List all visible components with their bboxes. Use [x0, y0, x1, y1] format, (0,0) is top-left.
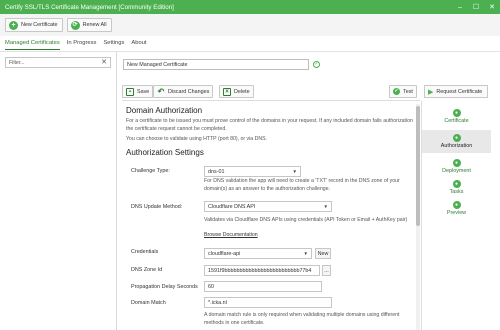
- maximize-button[interactable]: ☐: [468, 0, 484, 14]
- clear-filter-icon[interactable]: ✕: [101, 58, 107, 68]
- nav-preview-label: Preview: [446, 210, 467, 216]
- refresh-icon: ⟳: [70, 20, 80, 30]
- delete-button[interactable]: × Delete: [219, 85, 254, 98]
- credentials-select[interactable]: cloudflare-api ▼: [204, 248, 312, 259]
- challenge-help-text: For DNS validation the app will need to …: [204, 178, 400, 192]
- save-label: Save: [137, 88, 150, 95]
- new-certificate-button[interactable]: + New Certificate: [5, 18, 63, 32]
- domain-authorization-description: For a certificate to be issued you must …: [126, 118, 413, 132]
- filter-input[interactable]: Filter... ✕: [5, 57, 111, 68]
- dns-update-method-select[interactable]: Cloudflare DNS API ▼: [204, 201, 332, 212]
- delete-label: Delete: [234, 88, 250, 95]
- new-certificate-label: New Certificate: [21, 22, 58, 28]
- nav-tasks[interactable]: ● Tasks: [422, 176, 491, 199]
- new-credential-button[interactable]: New: [315, 248, 331, 259]
- nav-preview[interactable]: ● Preview: [422, 197, 491, 220]
- renew-all-button[interactable]: ⟳ Renew All: [66, 18, 112, 32]
- nav-tasks-label: Tasks: [449, 189, 464, 195]
- preview-icon: ●: [452, 201, 461, 209]
- challenge-type-label: Challenge Type:: [131, 168, 170, 174]
- certificate-list-pane: Filter... ✕: [0, 52, 117, 330]
- zone-browse-button[interactable]: ...: [322, 265, 331, 276]
- dns-update-method-label: DNS Update Method:: [131, 204, 183, 210]
- dns-zone-id-value: 1591f9bbbbbbbbbbbbbbbbbbbbbbbbb77b4: [208, 267, 312, 274]
- check-icon: ✓: [393, 88, 400, 95]
- domain-authorization-heading: Domain Authorization: [126, 106, 203, 115]
- main-tabs: Managed Certificates In Progress Setting…: [0, 38, 500, 50]
- play-icon: ▶: [428, 88, 434, 96]
- certificate-name-input[interactable]: New Managed Certificate: [123, 59, 309, 70]
- chevron-down-icon: ▼: [303, 251, 308, 256]
- filter-placeholder: Filter...: [9, 59, 25, 66]
- credentials-label: Credentials: [131, 249, 159, 255]
- save-icon: ▪: [126, 87, 134, 96]
- tab-about[interactable]: About: [131, 38, 146, 50]
- minimize-button[interactable]: –: [452, 0, 468, 14]
- undo-icon: ↶: [157, 86, 165, 96]
- nav-certificate[interactable]: ● Certificate: [422, 105, 491, 128]
- dns-help-text: Validates via Cloudflare DNS APIs using …: [204, 217, 408, 223]
- plus-icon: +: [9, 20, 18, 30]
- chevron-down-icon: ▼: [292, 169, 297, 174]
- domain-match-help-text: A domain match rule is only required whe…: [204, 312, 400, 326]
- close-button[interactable]: ✕: [484, 0, 500, 14]
- window-title: Certify SSL/TLS Certificate Management […: [5, 3, 174, 11]
- challenge-type-select[interactable]: dns-01 ▼: [204, 166, 301, 177]
- action-bar: ▪ Save ↶ Discard Changes × Delete ✓ Test: [122, 83, 420, 101]
- scrollbar-thumb[interactable]: [416, 106, 420, 226]
- domain-match-value: *.icka.nl: [208, 299, 227, 306]
- save-button[interactable]: ▪ Save: [122, 85, 154, 98]
- discard-changes-label: Discard Changes: [168, 88, 210, 95]
- renew-all-label: Renew All: [82, 22, 107, 28]
- deployment-icon: ●: [452, 159, 461, 167]
- certificate-name-value: New Managed Certificate: [127, 61, 188, 68]
- tab-in-progress[interactable]: In Progress: [67, 38, 97, 50]
- request-certificate-button[interactable]: ▶ Request Certificate: [424, 85, 488, 98]
- nav-authorization-label: Authorization: [440, 143, 473, 149]
- chevron-down-icon: ▼: [323, 204, 328, 209]
- content-scrollbar[interactable]: [416, 104, 420, 330]
- propagation-delay-input[interactable]: 60: [204, 281, 322, 292]
- certificate-icon: ●: [452, 109, 461, 117]
- dns-zone-id-label: DNS Zone Id: [131, 267, 163, 273]
- dns-update-method-value: Cloudflare DNS API: [208, 203, 256, 210]
- authorization-settings-heading: Authorization Settings: [126, 148, 204, 157]
- nav-authorization[interactable]: ● Authorization: [422, 130, 491, 153]
- tab-managed-certificates[interactable]: Managed Certificates: [5, 38, 60, 50]
- authorization-icon: ●: [452, 134, 461, 142]
- validation-note: You can choose to validate using HTTP (p…: [126, 136, 267, 142]
- request-certificate-label: Request Certificate: [436, 88, 483, 95]
- check-circle-icon: ✓: [313, 61, 320, 68]
- propagation-delay-label: Propagation Delay Seconds: [131, 284, 198, 290]
- credentials-value: cloudflare-api: [208, 250, 241, 257]
- step-navigation: ● Certificate ● Authorization ● Deployme…: [421, 101, 491, 330]
- domain-match-input[interactable]: *.icka.nl: [204, 297, 332, 308]
- authorization-panel: Domain Authorization For a certificate t…: [124, 104, 420, 330]
- propagation-delay-value: 60: [208, 283, 214, 290]
- challenge-type-value: dns-01: [208, 168, 225, 175]
- nav-certificate-label: Certificate: [444, 118, 469, 124]
- nav-deployment-label: Deployment: [442, 168, 471, 174]
- title-bar: Certify SSL/TLS Certificate Management […: [0, 0, 500, 14]
- test-label: Test: [403, 88, 413, 95]
- tab-settings[interactable]: Settings: [103, 38, 124, 50]
- dns-zone-id-input[interactable]: 1591f9bbbbbbbbbbbbbbbbbbbbbbbbb77b4: [204, 265, 320, 276]
- tasks-icon: ●: [452, 180, 461, 188]
- browse-documentation-link[interactable]: Browse Documentation: [204, 232, 304, 240]
- trash-icon: ×: [223, 87, 231, 96]
- main-toolbar: + New Certificate ⟳ Renew All: [0, 14, 500, 36]
- domain-match-label: Domain Match: [131, 300, 166, 306]
- test-button[interactable]: ✓ Test: [389, 85, 417, 98]
- nav-deployment[interactable]: ● Deployment: [422, 155, 491, 178]
- discard-changes-button[interactable]: ↶ Discard Changes: [153, 85, 214, 98]
